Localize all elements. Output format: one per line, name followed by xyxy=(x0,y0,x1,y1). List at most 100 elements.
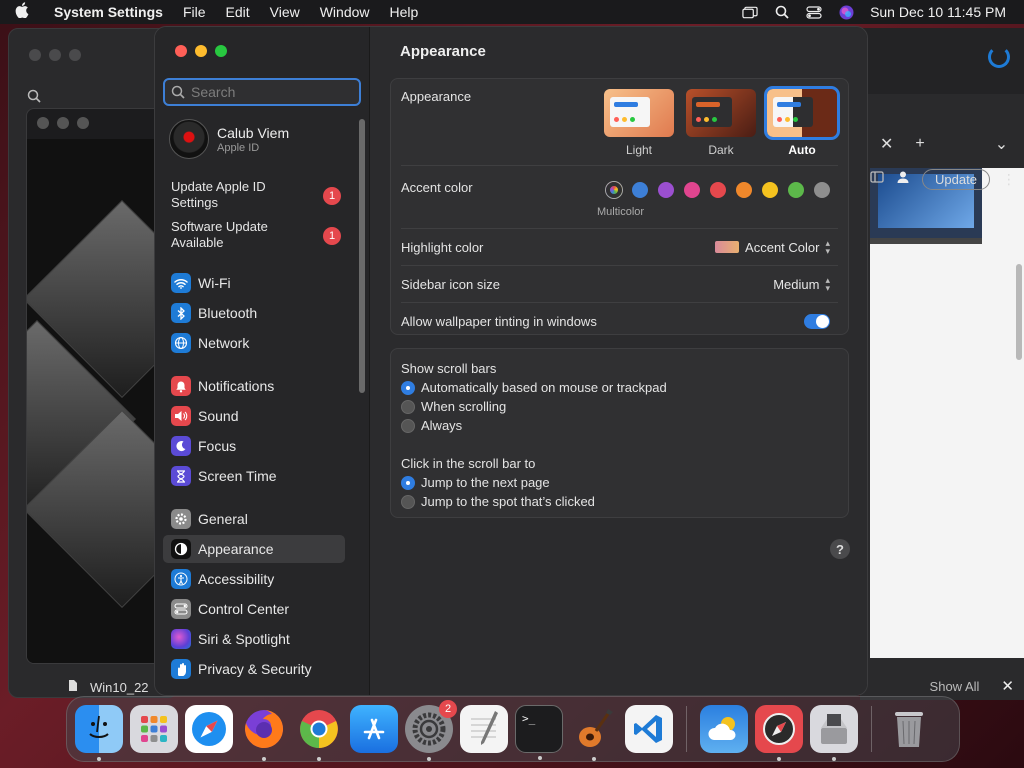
menu-file[interactable]: File xyxy=(173,4,216,20)
menu-help[interactable]: Help xyxy=(380,4,429,20)
theme-option-light[interactable]: Light xyxy=(603,89,675,157)
sidebar-item-privacy-security[interactable]: Privacy & Security xyxy=(163,655,345,683)
new-tab-icon[interactable]: + xyxy=(915,135,924,153)
accent-pink-swatch[interactable] xyxy=(684,182,700,198)
accent-green-swatch[interactable] xyxy=(788,182,804,198)
theme-option-dark[interactable]: Dark xyxy=(685,89,757,157)
accent-yellow-swatch[interactable] xyxy=(762,182,778,198)
sidebar-item-bluetooth[interactable]: Bluetooth xyxy=(163,299,345,327)
accent-graphite-swatch[interactable] xyxy=(814,182,830,198)
click-scroll-bar-label: Click in the scroll bar to xyxy=(401,456,536,471)
appearance-group: Appearance Light Dark Auto Accent color … xyxy=(390,78,849,335)
more-options-icon[interactable]: ⋮ xyxy=(1002,171,1016,188)
accent-caption: Multicolor xyxy=(597,206,645,218)
zoom-window-button[interactable] xyxy=(215,45,227,57)
garageband-icon[interactable] xyxy=(570,705,618,761)
browser-scrollbar[interactable] xyxy=(1016,264,1022,360)
document-icon xyxy=(68,679,78,695)
accent-orange-swatch[interactable] xyxy=(736,182,752,198)
search-input[interactable] xyxy=(191,84,351,100)
minimize-window-button[interactable] xyxy=(195,45,207,57)
dock: 2 >_ xyxy=(66,696,960,762)
click-option-spot-clicked[interactable]: Jump to the spot that’s clicked xyxy=(401,494,595,509)
scroll-option-when-scrolling[interactable]: When scrolling xyxy=(401,399,506,414)
notice-software-update[interactable]: Software Update Available 1 xyxy=(171,219,341,251)
sidebar-item-appearance[interactable]: Appearance xyxy=(163,535,345,563)
menu-bar: System Settings File Edit View Window He… xyxy=(0,0,1024,24)
radio-button[interactable] xyxy=(401,399,415,414)
terminal-icon[interactable]: >_ xyxy=(515,705,563,760)
spotlight-search-icon[interactable] xyxy=(774,5,790,19)
sidebar-item-label: Appearance xyxy=(198,541,274,557)
menu-window[interactable]: Window xyxy=(310,4,380,20)
theme-light-label: Light xyxy=(625,143,653,157)
scroll-option-automatic[interactable]: Automatically based on mouse or trackpad xyxy=(401,380,667,395)
profile-icon[interactable] xyxy=(896,170,910,189)
radio-button[interactable] xyxy=(401,494,415,509)
menu-clock[interactable]: Sun Dec 10 11:45 PM xyxy=(870,4,1006,20)
sidebar-item-network[interactable]: Network xyxy=(163,329,345,357)
close-download-bar-icon[interactable]: ✕ xyxy=(1001,677,1014,695)
wallpaper-tinting-toggle[interactable] xyxy=(804,314,830,329)
apple-menu-icon[interactable] xyxy=(0,2,44,22)
browser-update-button[interactable]: Update xyxy=(922,168,990,190)
sidebar-item-siri-spotlight[interactable]: Siri & Spotlight xyxy=(163,625,345,653)
radio-label: Always xyxy=(421,418,463,433)
firefox-icon[interactable] xyxy=(240,705,288,761)
close-window-button[interactable] xyxy=(175,45,187,57)
system-settings-icon[interactable]: 2 xyxy=(405,700,457,761)
radio-label: Automatically based on mouse or trackpad xyxy=(421,380,667,395)
sidebar-item-sound[interactable]: Sound xyxy=(163,402,345,430)
sidebar-item-accessibility[interactable]: Accessibility xyxy=(163,565,345,593)
compass-icon[interactable] xyxy=(755,705,803,761)
settings-sidebar: Calub Viem Apple ID Update Apple ID Sett… xyxy=(155,27,370,695)
apple-id-account[interactable]: Calub Viem Apple ID xyxy=(169,119,289,159)
safari-icon[interactable] xyxy=(185,705,233,753)
theme-option-auto[interactable]: Auto xyxy=(764,86,840,157)
textedit-icon[interactable] xyxy=(460,705,508,753)
vm-icon[interactable] xyxy=(810,705,858,761)
search-icon xyxy=(27,89,41,108)
radio-button[interactable] xyxy=(401,475,415,490)
siri-menu-icon[interactable] xyxy=(838,5,854,19)
radio-button[interactable] xyxy=(401,418,415,433)
finder-icon[interactable] xyxy=(75,705,123,761)
close-tab-icon[interactable]: ✕ xyxy=(880,134,893,154)
weather-icon[interactable] xyxy=(700,705,748,753)
sidebar-item-focus[interactable]: Focus xyxy=(163,432,345,460)
sidebar-icon-size-popup[interactable]: Medium ▴ ▾ xyxy=(773,276,830,293)
download-file-label[interactable]: Win10_22 xyxy=(90,680,149,695)
sidebar-item-wifi[interactable]: Wi-Fi xyxy=(163,269,345,297)
screen-mirroring-icon[interactable] xyxy=(742,5,758,19)
sidebar-item-notifications[interactable]: Notifications xyxy=(163,372,345,400)
system-settings-window: Calub Viem Apple ID Update Apple ID Sett… xyxy=(154,26,868,696)
menu-edit[interactable]: Edit xyxy=(216,4,260,20)
sidebar-search[interactable] xyxy=(163,78,361,106)
help-button[interactable]: ? xyxy=(830,539,850,559)
chevron-down-icon[interactable]: ⌄ xyxy=(995,134,1008,154)
sidebar-item-control-center[interactable]: Control Center xyxy=(163,595,345,623)
trash-icon[interactable] xyxy=(885,705,933,753)
accent-purple-swatch[interactable] xyxy=(658,182,674,198)
accent-multicolor-swatch[interactable] xyxy=(606,182,622,198)
sidebar-item-general[interactable]: General xyxy=(163,505,345,533)
menu-app-name[interactable]: System Settings xyxy=(44,4,173,20)
control-center-menu-icon[interactable] xyxy=(806,5,822,19)
show-all-downloads[interactable]: Show All xyxy=(930,679,980,694)
chrome-icon[interactable] xyxy=(295,705,343,761)
launchpad-icon[interactable] xyxy=(130,705,178,753)
app-store-icon[interactable] xyxy=(350,705,398,753)
radio-button[interactable] xyxy=(401,380,415,395)
vscode-icon[interactable] xyxy=(625,705,673,753)
notice-update-apple-id[interactable]: Update Apple ID Settings 1 xyxy=(171,179,341,211)
accent-red-swatch[interactable] xyxy=(710,182,726,198)
accent-blue-swatch[interactable] xyxy=(632,182,648,198)
sidebar-scrollbar[interactable] xyxy=(359,119,365,393)
click-option-next-page[interactable]: Jump to the next page xyxy=(401,475,550,490)
scroll-option-always[interactable]: Always xyxy=(401,418,462,433)
highlight-color-popup[interactable]: Accent Color ▴ ▾ xyxy=(715,239,830,256)
menu-view[interactable]: View xyxy=(260,4,310,20)
sidebar-item-screen-time[interactable]: Screen Time xyxy=(163,462,345,490)
notification-badge: 2 xyxy=(439,700,457,718)
sidebar-toggle-icon[interactable] xyxy=(870,170,884,188)
